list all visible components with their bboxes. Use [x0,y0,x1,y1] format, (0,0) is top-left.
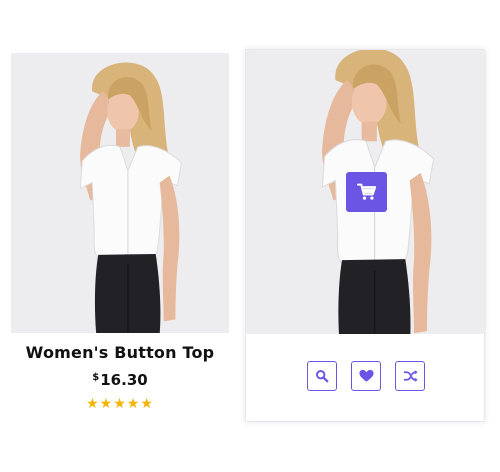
heart-icon [358,369,374,382]
wishlist-button[interactable] [351,361,381,391]
star-rating: ★★★★★ [11,397,229,411]
product-price: $16.30 [11,371,229,389]
add-to-cart-button[interactable] [346,172,387,212]
product-image[interactable] [11,53,229,333]
product-title[interactable]: Women's Button Top [11,343,229,362]
rating-stars: ★★★★★ [86,396,154,412]
product-card[interactable]: Women's Button Top $16.30 ★★★★★ [11,53,229,418]
quick-actions [246,361,486,395]
product-card-hover[interactable] [245,49,486,422]
shuffle-icon [403,370,418,382]
search-icon [316,370,329,383]
quick-view-button[interactable] [307,361,337,391]
price-value: 16.30 [100,371,148,389]
currency-symbol: $ [92,372,100,383]
compare-button[interactable] [395,361,425,391]
shopping-cart-icon [356,183,376,200]
